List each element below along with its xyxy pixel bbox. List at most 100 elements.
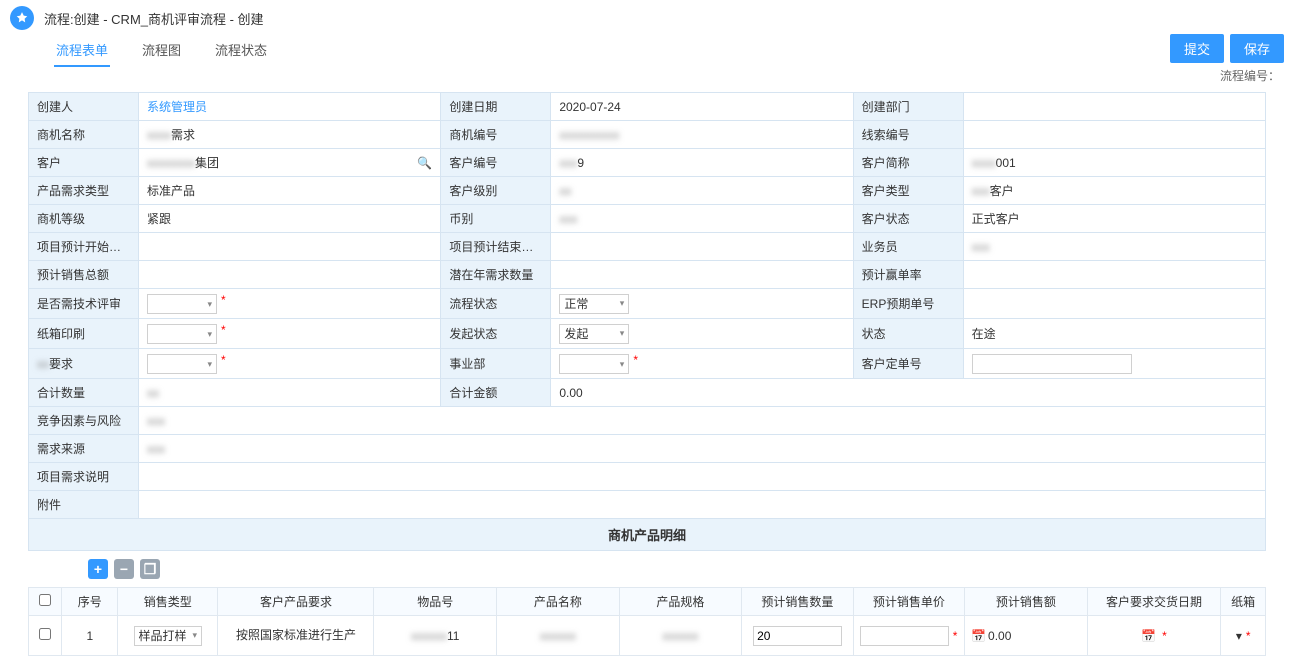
est-total-label: 预计销售总额	[29, 261, 139, 289]
box-print-select[interactable]: ▾	[147, 324, 217, 344]
cust-type-label: 客户类型	[853, 177, 963, 205]
calendar-icon[interactable]: 📅	[1141, 629, 1156, 643]
remove-row-button[interactable]: −	[114, 559, 134, 579]
bu-label: 事业部	[441, 349, 551, 379]
lead-no-value	[963, 121, 1265, 149]
chevron-down-icon: ▾	[207, 359, 212, 370]
cell-spec: xxxxxx	[619, 616, 742, 656]
chevron-down-icon[interactable]: ▾	[1236, 629, 1242, 643]
cust-status-value: 正式客户	[963, 205, 1265, 233]
lead-no-label: 线索编号	[853, 121, 963, 149]
currency-label: 币别	[441, 205, 551, 233]
cust-order-no-label: 客户定单号	[853, 349, 963, 379]
total-amt-label: 合计金额	[441, 379, 551, 407]
tab-status[interactable]: 流程状态	[213, 34, 269, 67]
add-row-button[interactable]: +	[88, 559, 108, 579]
search-icon[interactable]: 🔍	[417, 156, 432, 170]
required-mark: *	[221, 293, 226, 307]
col-box: 纸箱	[1221, 588, 1266, 616]
chevron-down-icon: ▾	[207, 299, 212, 310]
chevron-down-icon: ▾	[620, 359, 625, 370]
cell-prod-name: xxxxxx	[497, 616, 620, 656]
cust-type-value: xxx客户	[963, 177, 1265, 205]
bu-select[interactable]: ▾	[559, 354, 629, 374]
detail-section-title: 商机产品明细	[28, 519, 1266, 551]
col-deliver-date: 客户要求交货日期	[1087, 588, 1221, 616]
creator-value[interactable]: 系统管理员	[147, 100, 207, 114]
creator-label: 创建人	[29, 93, 139, 121]
col-prod-name: 产品名称	[497, 588, 620, 616]
init-status-select[interactable]: 发起▾	[559, 324, 629, 344]
opp-name-label: 商机名称	[29, 121, 139, 149]
erp-no-value	[963, 289, 1265, 319]
attach-value[interactable]	[139, 491, 1266, 519]
pot-qty-value	[551, 261, 853, 289]
create-dept-value	[963, 93, 1265, 121]
save-button[interactable]: 保存	[1230, 34, 1284, 63]
opp-no-value: xxxxxxxxxx	[551, 121, 853, 149]
col-qty: 预计销售数量	[742, 588, 853, 616]
create-dept-label: 创建部门	[853, 93, 963, 121]
col-spec: 产品规格	[619, 588, 742, 616]
source-value: xxx	[139, 435, 1266, 463]
row-checkbox[interactable]	[39, 628, 51, 640]
col-seq: 序号	[62, 588, 118, 616]
tab-bar: 流程表单 流程图 流程状态	[54, 34, 269, 67]
cust-short-value: xxxx001	[963, 149, 1265, 177]
create-date-value: 2020-07-24	[551, 93, 853, 121]
select-all-checkbox[interactable]	[39, 594, 51, 606]
copy-row-button[interactable]: ❐	[140, 559, 160, 579]
est-total-value	[139, 261, 441, 289]
submit-button[interactable]: 提交	[1170, 34, 1224, 63]
tab-form[interactable]: 流程表单	[54, 34, 110, 67]
total-qty-value: xx	[139, 379, 441, 407]
pot-qty-label: 潜在年需求数量	[441, 261, 551, 289]
req-label: xx要求	[29, 349, 139, 379]
main-form: 创建人 系统管理员 创建日期 2020-07-24 创建部门 商机名称 xxxx…	[28, 92, 1266, 519]
proj-desc-label: 项目需求说明	[29, 463, 139, 491]
required-mark: *	[221, 353, 226, 367]
detail-row: 1 样品打样▾ 按照国家标准进行生产 xxxxxx11 xxxxxx xxxxx…	[29, 616, 1266, 656]
win-rate-label: 预计赢单率	[853, 261, 963, 289]
cust-level-label: 客户级别	[441, 177, 551, 205]
source-label: 需求来源	[29, 435, 139, 463]
cust-lookup[interactable]: xxxxxxxx集团🔍	[147, 154, 432, 171]
proj-end-label: 项目预计结束日期	[441, 233, 551, 261]
cell-cust-req[interactable]: 按照国家标准进行生产	[218, 616, 374, 656]
attach-label: 附件	[29, 491, 139, 519]
box-print-label: 纸箱印刷	[29, 319, 139, 349]
col-amount: 预计销售额	[965, 588, 1088, 616]
flow-status-label: 流程状态	[441, 289, 551, 319]
chevron-down-icon: ▾	[207, 329, 212, 340]
sales-label: 业务员	[853, 233, 963, 261]
total-amt-value: 0.00	[551, 379, 1266, 407]
status-label: 状态	[853, 319, 963, 349]
cust-order-no-input[interactable]	[972, 354, 1132, 374]
proj-desc-value	[139, 463, 1266, 491]
required-mark: *	[1162, 629, 1167, 643]
status-value: 在途	[963, 319, 1265, 349]
chevron-down-icon: ▾	[620, 298, 625, 309]
cell-seq: 1	[62, 616, 118, 656]
compete-label: 竞争因素与风险	[29, 407, 139, 435]
required-mark: *	[953, 629, 958, 643]
cust-label: 客户	[29, 149, 139, 177]
flow-status-select[interactable]: 正常▾	[559, 294, 629, 314]
tech-review-select[interactable]: ▾	[147, 294, 217, 314]
app-logo	[10, 6, 34, 30]
col-price: 预计销售单价	[853, 588, 964, 616]
required-mark: *	[221, 323, 226, 337]
prod-req-type-value: 标准产品	[139, 177, 441, 205]
required-mark: *	[1246, 629, 1251, 643]
req-select[interactable]: ▾	[147, 354, 217, 374]
cell-amount: 0.00	[988, 629, 1011, 643]
create-date-label: 创建日期	[441, 93, 551, 121]
opp-level-label: 商机等级	[29, 205, 139, 233]
detail-toolbar: + − ❐	[28, 551, 1266, 587]
page-title: 流程:创建 - CRM_商机评审流程 - 创建	[44, 9, 264, 28]
prod-req-type-label: 产品需求类型	[29, 177, 139, 205]
win-rate-value	[963, 261, 1265, 289]
tab-flowchart[interactable]: 流程图	[140, 34, 183, 67]
cell-item-no[interactable]: xxxxxx11	[374, 616, 497, 656]
cust-status-label: 客户状态	[853, 205, 963, 233]
